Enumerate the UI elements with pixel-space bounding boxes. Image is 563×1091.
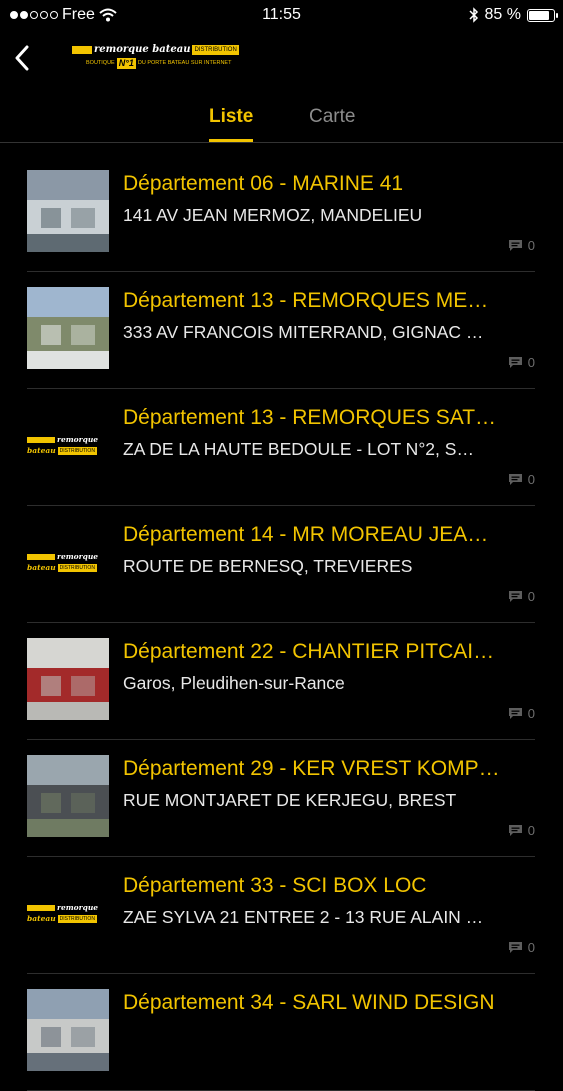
dealer-list: Département 06 - MARINE 41 141 AV JEAN ME… bbox=[0, 155, 563, 1091]
brand-logo: remorque bateau DISTRIBUTION BOUTIQUE N°… bbox=[72, 43, 242, 73]
comment-icon bbox=[508, 591, 522, 602]
list-item[interactable]: Département 34 - SARL WIND DESIGN bbox=[0, 974, 563, 1091]
comment-icon bbox=[508, 240, 522, 251]
list-item[interactable]: remorque bateau DISTRIBUTION Département 13… bbox=[0, 389, 563, 506]
list-item[interactable]: remorque bateau DISTRIBUTION Département 33… bbox=[0, 857, 563, 974]
comment-count: 0 bbox=[508, 355, 535, 370]
navigation-bar: remorque bateau DISTRIBUTION BOUTIQUE N°… bbox=[0, 30, 563, 88]
comment-count: 0 bbox=[508, 472, 535, 487]
list-item[interactable]: Département 29 - KER VREST KOMP… RUE MONT… bbox=[0, 740, 563, 857]
signal-strength-icon bbox=[10, 11, 58, 19]
view-tabs: Liste Carte bbox=[0, 88, 563, 144]
comment-count-value: 0 bbox=[527, 823, 535, 838]
chevron-left-icon bbox=[15, 45, 29, 71]
item-address: 333 AV FRANCOIS MITERRAND, GIGNAC … bbox=[123, 322, 484, 342]
location-photo bbox=[27, 638, 109, 720]
item-title: Département 22 - CHANTIER PITCAI… bbox=[123, 640, 495, 663]
wifi-icon bbox=[99, 8, 117, 22]
location-photo bbox=[27, 170, 109, 252]
battery-percentage: 85 % bbox=[484, 6, 521, 23]
mini-logo-distribution: DISTRIBUTION bbox=[57, 914, 97, 923]
item-title: Département 06 - MARINE 41 bbox=[123, 172, 404, 195]
mini-logo-script: bateau bbox=[27, 913, 56, 923]
comment-count-value: 0 bbox=[527, 706, 535, 721]
comment-count: 0 bbox=[508, 823, 535, 838]
item-address: ROUTE DE BERNESQ, TREVIERES bbox=[123, 556, 413, 576]
list-item[interactable]: Département 06 - MARINE 41 141 AV JEAN ME… bbox=[0, 155, 563, 272]
tab-map[interactable]: Carte bbox=[309, 106, 355, 128]
photo-image bbox=[27, 638, 109, 720]
photo-image bbox=[27, 755, 109, 837]
photo-image bbox=[27, 989, 109, 1071]
carrier-name: Free bbox=[62, 6, 95, 23]
item-address: ZA DE LA HAUTE BEDOULE - LOT N°2, S… bbox=[123, 439, 474, 459]
brand-logo-thumbnail: remorque bateau DISTRIBUTION bbox=[27, 404, 109, 486]
item-address: RUE MONTJARET DE KERJEGU, BREST bbox=[123, 790, 457, 810]
item-title: Département 33 - SCI BOX LOC bbox=[123, 874, 427, 897]
photo-image bbox=[27, 170, 109, 252]
mini-logo-distribution: DISTRIBUTION bbox=[57, 446, 97, 455]
location-photo bbox=[27, 755, 109, 837]
brand-logo-thumbnail: remorque bateau DISTRIBUTION bbox=[27, 872, 109, 954]
status-right: 85 % bbox=[469, 6, 558, 24]
comment-count-value: 0 bbox=[527, 472, 535, 487]
item-address: 141 AV JEAN MERMOZ, MANDELIEU bbox=[123, 205, 423, 225]
comment-count-value: 0 bbox=[527, 355, 535, 370]
item-address: Garos, Pleudihen-sur-Rance bbox=[123, 673, 345, 693]
location-photo bbox=[27, 989, 109, 1071]
logo-boutique-text: BOUTIQUE bbox=[86, 60, 115, 66]
battery-level bbox=[529, 10, 550, 20]
comment-icon bbox=[508, 825, 522, 836]
comment-count: 0 bbox=[508, 589, 535, 604]
status-bar: Free 11:55 85 % bbox=[0, 0, 563, 30]
item-title: Département 29 - KER VREST KOMP… bbox=[123, 757, 500, 780]
comment-icon bbox=[508, 474, 522, 485]
mini-logo-distribution: DISTRIBUTION bbox=[57, 563, 97, 572]
list-item[interactable]: remorque bateau DISTRIBUTION Département 14… bbox=[0, 506, 563, 623]
logo-tagline: DU PORTE BATEAU SUR INTERNET bbox=[137, 60, 232, 66]
comment-count-value: 0 bbox=[527, 940, 535, 955]
battery-icon bbox=[527, 8, 558, 22]
item-title: Département 14 - MR MOREAU JEA… bbox=[123, 523, 489, 546]
logo-distribution-text: DISTRIBUTION bbox=[192, 45, 239, 55]
item-address: ZAE SYLVA 21 ENTREE 2 - 13 RUE ALAIN … bbox=[123, 907, 484, 927]
mini-logo-script: bateau bbox=[27, 445, 56, 455]
comment-count-value: 0 bbox=[527, 589, 535, 604]
tab-list[interactable]: Liste bbox=[209, 106, 254, 142]
location-photo bbox=[27, 287, 109, 369]
list-item[interactable]: Département 22 - CHANTIER PITCAI… Garos, … bbox=[0, 623, 563, 740]
back-button[interactable] bbox=[8, 38, 36, 78]
comment-icon bbox=[508, 357, 522, 368]
mini-logo-script: bateau bbox=[27, 562, 56, 572]
mini-logo-script: remorque bbox=[57, 551, 99, 561]
mini-logo-script: remorque bbox=[57, 434, 99, 444]
logo-number-badge: N°1 bbox=[116, 57, 136, 69]
mini-logo-script: remorque bbox=[57, 902, 99, 912]
comment-icon bbox=[508, 708, 522, 719]
tabs-divider bbox=[0, 142, 563, 143]
bluetooth-icon bbox=[469, 7, 478, 23]
item-title: Département 13 - REMORQUES SAT… bbox=[123, 406, 497, 429]
comment-count: 0 bbox=[508, 238, 535, 253]
comment-count: 0 bbox=[508, 706, 535, 721]
list-item[interactable]: Département 13 - REMORQUES ME… 333 AV FRA… bbox=[0, 272, 563, 389]
comment-icon bbox=[508, 942, 522, 953]
comment-count-value: 0 bbox=[527, 238, 535, 253]
photo-image bbox=[27, 287, 109, 369]
brand-logo-thumbnail: remorque bateau DISTRIBUTION bbox=[27, 521, 109, 603]
item-title: Département 13 - REMORQUES ME… bbox=[123, 289, 489, 312]
status-left: Free bbox=[10, 6, 117, 24]
logo-script-text: remorque bateau bbox=[94, 44, 191, 55]
comment-count: 0 bbox=[508, 940, 535, 955]
item-title: Département 34 - SARL WIND DESIGN bbox=[123, 991, 495, 1014]
